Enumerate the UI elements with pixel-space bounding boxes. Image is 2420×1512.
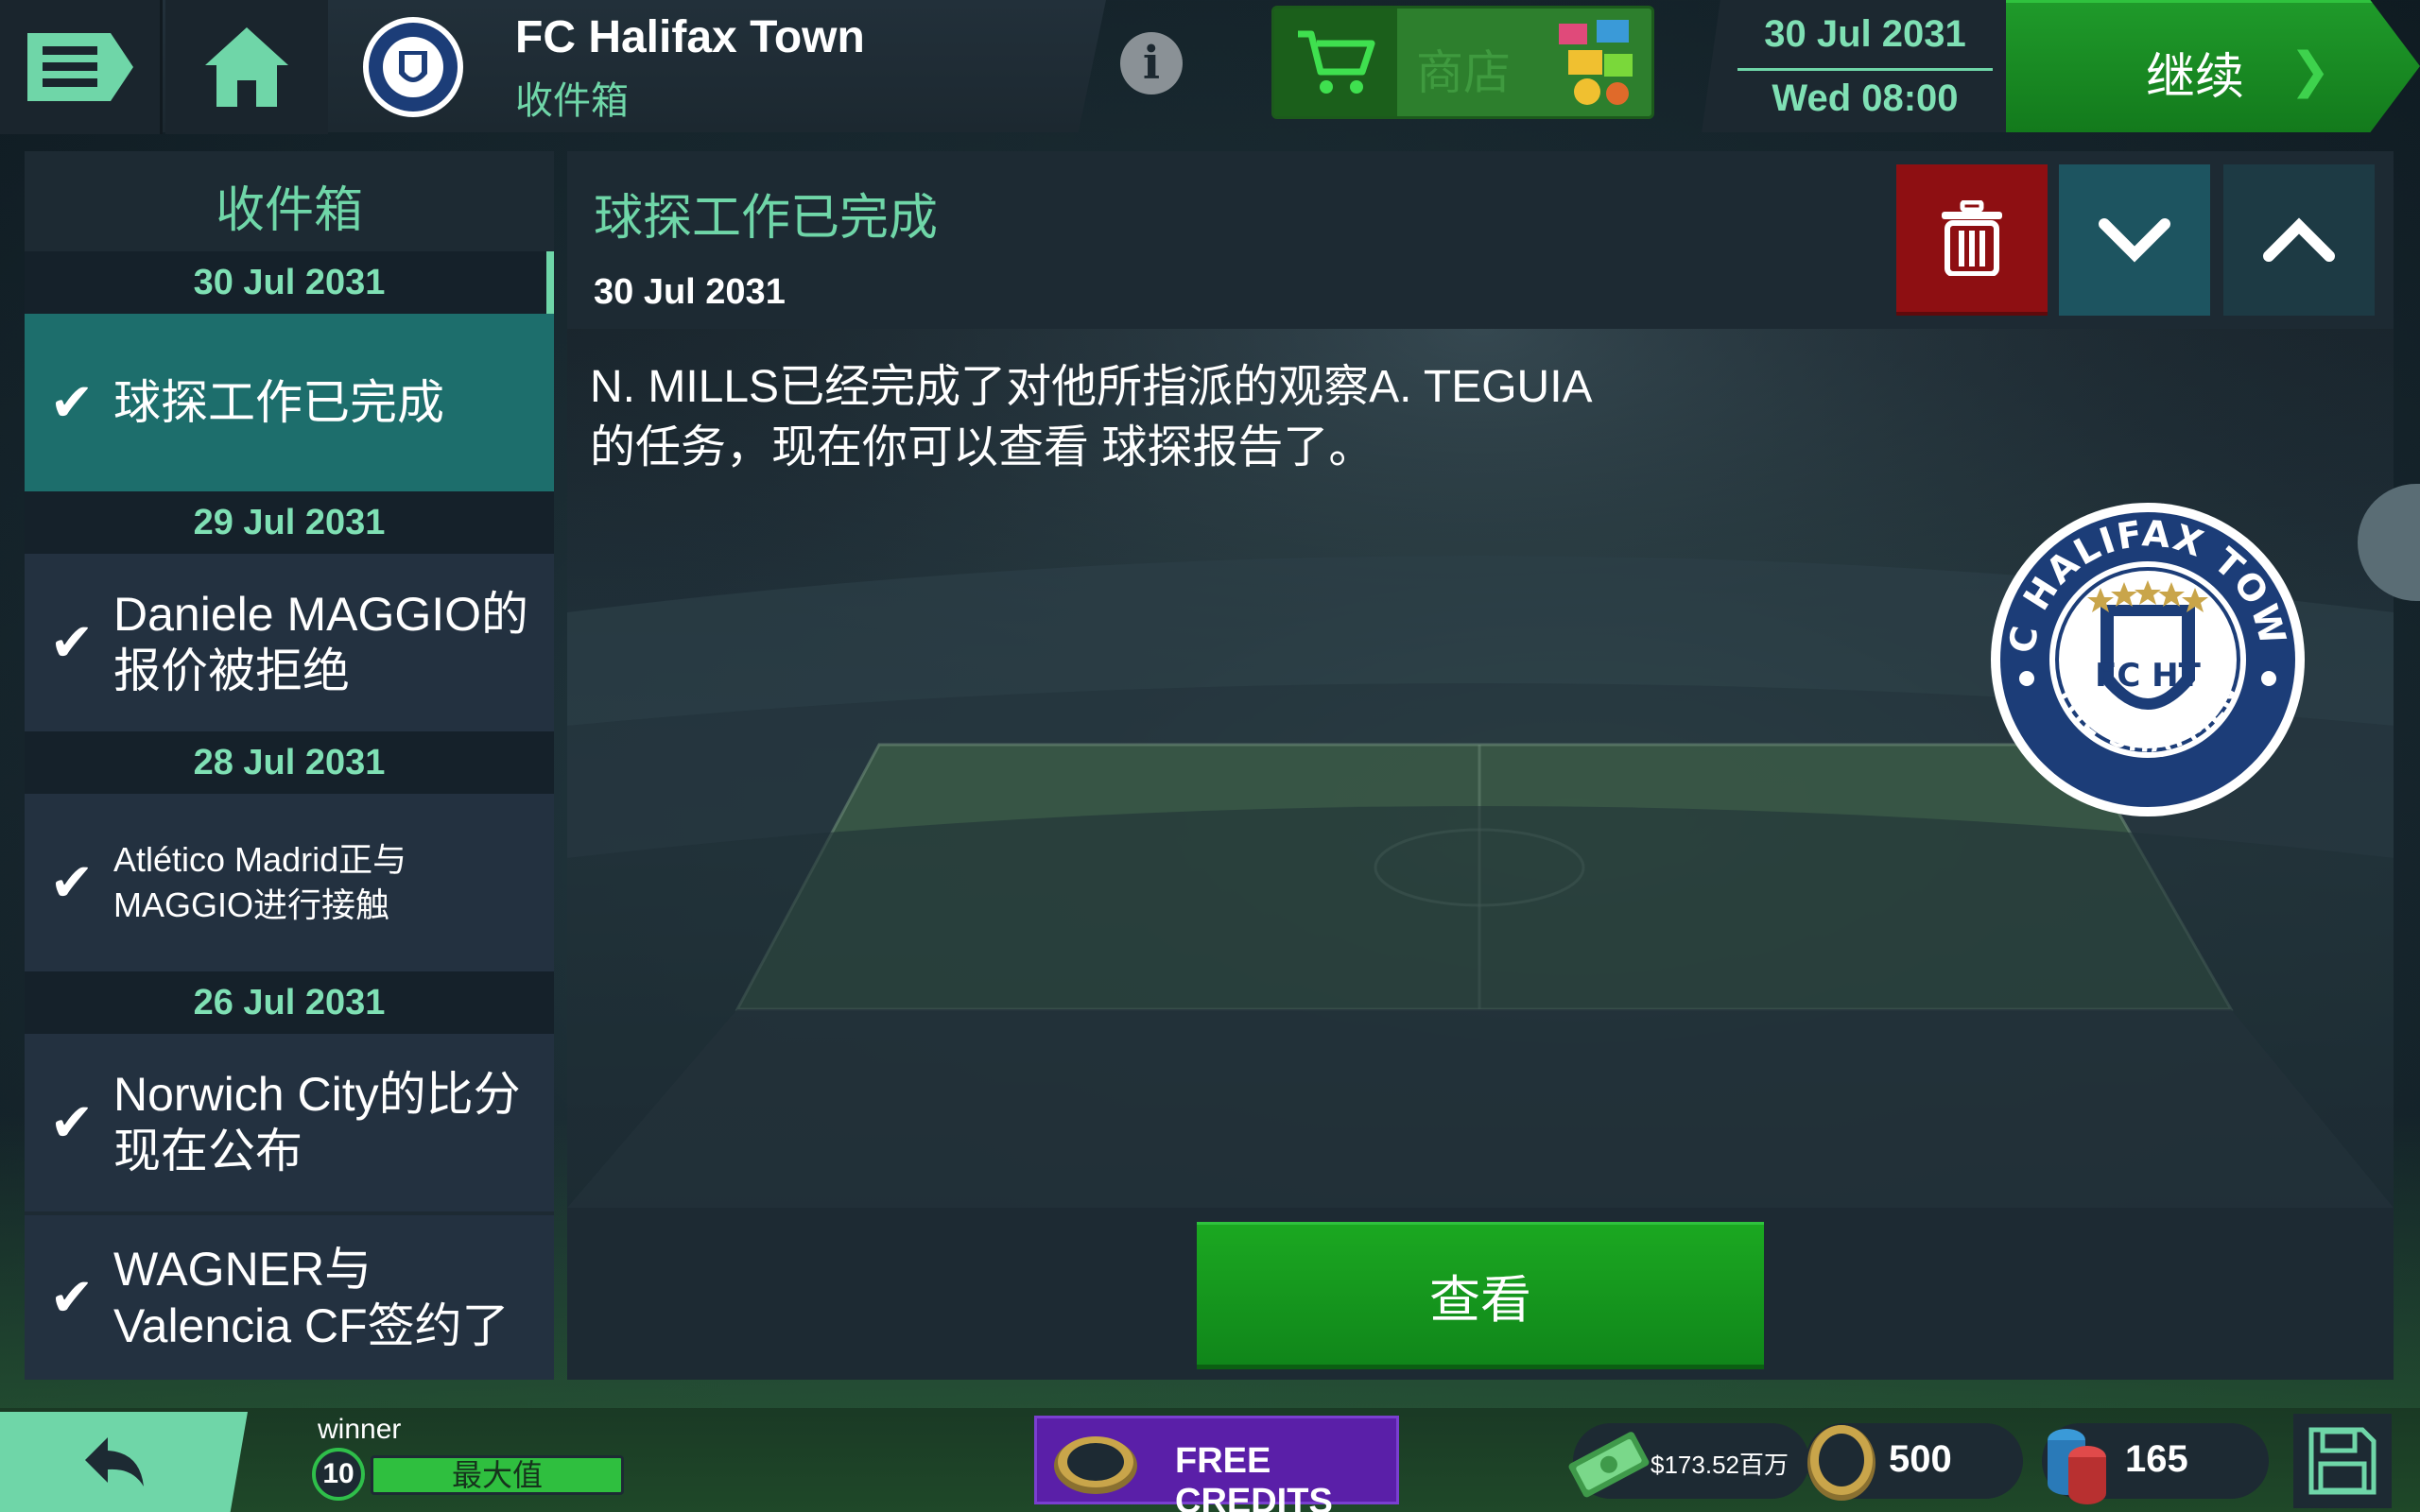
check-icon: ✔	[49, 372, 95, 432]
inbox-item-label: Norwich City的比分现在公布	[113, 1068, 521, 1177]
inbox-item-signing[interactable]: ✔ WAGNER与Valencia CF签约了	[25, 1215, 554, 1380]
check-icon: ✔	[49, 1267, 95, 1327]
home-icon	[205, 27, 288, 107]
info-icon: i	[1142, 37, 1161, 90]
shop-button[interactable]: 商店	[1271, 6, 1654, 119]
check-icon: ✔	[49, 612, 95, 672]
money-value: $173.52百万	[1651, 1451, 1789, 1479]
chevron-up-icon	[2263, 217, 2335, 262]
message-body: N. MILLS已经完成了对他所指派的观察A. TEGUIA的任务，现在你可以查…	[567, 329, 2394, 1208]
shop-items-icon	[1559, 20, 1633, 105]
top-bar: FC Halifax Town 收件箱 i 商店 30 Jul 2031 Wed…	[0, 0, 2420, 142]
info-button[interactable]: i	[1120, 32, 1183, 94]
delete-button[interactable]	[1896, 164, 2048, 316]
check-icon: ✔	[49, 1092, 95, 1152]
coins-value: 500	[1889, 1438, 1952, 1480]
club-crest-icon	[363, 17, 463, 117]
inbox-item-label: Daniele MAGGIO的报价被拒绝	[113, 588, 529, 697]
date-header: 26 Jul 2031	[25, 971, 554, 1034]
message-panel: 球探工作已完成 30 Jul 2031 N. MILLS已经完成了对他所指派的观…	[567, 151, 2394, 1380]
inbox-item-approach[interactable]: ✔ Atlético Madrid正与MAGGIO进行接触	[25, 794, 554, 971]
date-header: 30 Jul 2031	[25, 251, 554, 314]
date-divider	[1737, 68, 1993, 71]
current-time: Wed 08:00	[1772, 77, 1959, 119]
message-text: N. MILLS已经完成了对他所指派的观察A. TEGUIA的任务，现在你可以查…	[590, 362, 1593, 472]
save-button[interactable]	[2293, 1414, 2392, 1508]
back-button[interactable]	[0, 1412, 248, 1512]
continue-label: 继续	[2146, 50, 2245, 105]
check-icon: ✔	[49, 852, 95, 912]
chevron-right-icon: ❯	[2290, 43, 2331, 98]
next-message-button[interactable]	[2059, 164, 2210, 316]
view-report-button[interactable]: 查看	[1197, 1222, 1764, 1369]
free-credits-label: FREE CREDITS	[1175, 1441, 1333, 1512]
inbox-panel: 收件箱 30 Jul 2031 ✔ 球探工作已完成 29 Jul 2031 ✔ …	[25, 151, 554, 1380]
chevron-down-icon	[2099, 218, 2170, 263]
message-subject: 球探工作已完成	[594, 191, 939, 246]
back-arrow-icon	[85, 1437, 144, 1486]
inbox-item-label: Atlético Madrid正与MAGGIO进行接触	[113, 840, 407, 924]
level-badge: 10	[312, 1448, 365, 1501]
inbox-item-offer-rejected[interactable]: ✔ Daniele MAGGIO的报价被拒绝	[25, 554, 554, 731]
shop-label: 商店	[1416, 46, 1511, 99]
current-date: 30 Jul 2031	[1764, 13, 1966, 55]
cart-icon	[1274, 9, 1397, 116]
message-date: 30 Jul 2031	[594, 272, 786, 312]
club-crest-large-icon: FC HALIFAX TOWN THE SHAYMEN FC HT	[1989, 501, 2305, 816]
xp-bar: 最大值	[371, 1455, 624, 1495]
free-credits-button[interactable]: FREE CREDITS	[1034, 1416, 1399, 1512]
inbox-item-label: WAGNER与Valencia CF签约了	[113, 1243, 510, 1352]
menu-icon	[26, 33, 133, 101]
coin-stack-icon	[1054, 1436, 1137, 1494]
crest-monogram: FC HT	[2095, 657, 2201, 695]
date-header: 29 Jul 2031	[25, 491, 554, 554]
menu-button[interactable]	[0, 0, 163, 134]
date-header: 28 Jul 2031	[25, 731, 554, 794]
continue-button[interactable]: 继续 ❯	[2006, 0, 2420, 132]
user-name: winner	[318, 1414, 402, 1445]
section-title: 收件箱	[515, 80, 629, 122]
cash-icon	[1568, 1432, 1650, 1498]
gems-value: 165	[2125, 1438, 2188, 1480]
coin-icon	[1807, 1425, 1876, 1501]
chips-icon	[2048, 1429, 2106, 1504]
inbox-item-scouting-complete[interactable]: ✔ 球探工作已完成	[25, 314, 554, 491]
inbox-item-score-published[interactable]: ✔ Norwich City的比分现在公布	[25, 1034, 554, 1211]
trash-icon	[1942, 200, 2002, 276]
save-icon	[2308, 1427, 2377, 1495]
inbox-item-label: 球探工作已完成	[113, 376, 444, 429]
club-name: FC Halifax Town	[515, 12, 865, 62]
previous-message-button[interactable]	[2223, 164, 2375, 316]
home-button[interactable]	[165, 0, 328, 134]
inbox-title: 收件箱	[215, 183, 363, 238]
